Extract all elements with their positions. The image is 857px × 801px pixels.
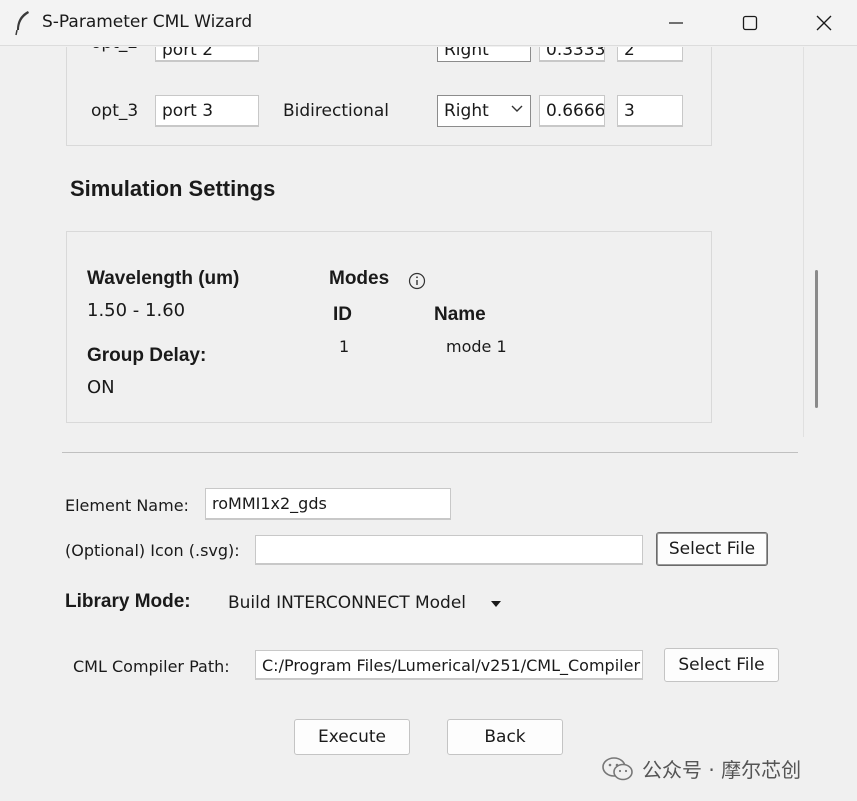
watermark-text: 公众号 · 摩尔芯创 bbox=[642, 758, 802, 782]
modes-name-header: Name bbox=[434, 304, 486, 325]
scrollbar-thumb[interactable] bbox=[815, 270, 818, 408]
port-label-field[interactable]: port 3 bbox=[155, 95, 259, 127]
port-side-select[interactable]: Right bbox=[437, 95, 531, 127]
close-icon bbox=[816, 15, 832, 31]
wavelength-label: Wavelength (um) bbox=[87, 268, 240, 289]
mode-id: 1 bbox=[339, 337, 350, 356]
scroll-region-edge bbox=[803, 47, 804, 437]
window-title: S-Parameter CML Wizard bbox=[42, 12, 253, 32]
compiler-path-label: CML Compiler Path: bbox=[73, 657, 230, 676]
element-name-field[interactable]: roMMI1x2_gds bbox=[205, 488, 451, 520]
chevron-down-icon bbox=[511, 105, 523, 112]
simulation-settings-title: Simulation Settings bbox=[70, 176, 276, 201]
modes-id-header: ID bbox=[333, 304, 352, 325]
simulation-settings-panel: Wavelength (um) 1.50 - 1.60 Group Delay:… bbox=[66, 231, 712, 423]
minimize-icon bbox=[669, 22, 683, 24]
section-divider bbox=[62, 452, 798, 453]
port-position-field[interactable]: 0.33333 bbox=[539, 47, 605, 62]
port-side-value: Right bbox=[444, 101, 489, 121]
ports-panel: opt_2 port 2 Bidirectional Right 0.33333… bbox=[66, 47, 712, 146]
library-mode-label: Library Mode: bbox=[65, 591, 191, 612]
wizard-window: S-Parameter CML Wizard opt_2 port 2 Bidi… bbox=[0, 0, 857, 801]
wechat-icon bbox=[602, 756, 633, 780]
info-icon[interactable] bbox=[408, 272, 426, 290]
compiler-select-file-button[interactable]: Select File bbox=[664, 648, 779, 682]
mode-name: mode 1 bbox=[446, 337, 507, 356]
group-delay-label: Group Delay: bbox=[87, 345, 207, 366]
port-name: opt_2 bbox=[91, 47, 138, 65]
port-row-opt-2: opt_2 port 2 Bidirectional Right 0.33333… bbox=[67, 47, 711, 72]
minimize-button[interactable] bbox=[646, 0, 706, 46]
icon-path-field[interactable] bbox=[255, 535, 643, 565]
port-direction: Bidirectional bbox=[283, 101, 390, 121]
execute-button[interactable]: Execute bbox=[294, 719, 410, 755]
wavelength-value: 1.50 - 1.60 bbox=[87, 300, 186, 321]
element-name-label: Element Name: bbox=[65, 496, 189, 515]
icon-select-file-button[interactable]: Select File bbox=[656, 532, 768, 566]
compiler-path-field[interactable]: C:/Program Files/Lumerical/v251/CML_Comp… bbox=[255, 650, 643, 680]
port-row-opt-3: opt_3 port 3 Bidirectional Right 0.66666… bbox=[67, 95, 711, 129]
port-index-field[interactable]: 2 bbox=[617, 47, 683, 62]
feather-icon bbox=[15, 11, 29, 36]
icon-label: (Optional) Icon (.svg): bbox=[65, 541, 240, 560]
maximize-icon bbox=[742, 15, 758, 31]
port-position-field[interactable]: 0.66666 bbox=[539, 95, 605, 127]
chevron-down-icon[interactable] bbox=[490, 600, 502, 608]
title-bar: S-Parameter CML Wizard bbox=[0, 0, 857, 46]
modes-label: Modes bbox=[329, 268, 390, 289]
library-mode-select[interactable]: Build INTERCONNECT Model bbox=[228, 593, 466, 613]
watermark: 公众号 · 摩尔芯创 bbox=[602, 754, 801, 783]
port-side-value: Right bbox=[444, 47, 489, 60]
port-label-field[interactable]: port 2 bbox=[155, 47, 259, 62]
maximize-button[interactable] bbox=[720, 0, 780, 46]
port-direction: Bidirectional bbox=[283, 47, 389, 64]
port-side-select[interactable]: Right bbox=[437, 47, 531, 62]
port-index-field[interactable]: 3 bbox=[617, 95, 683, 127]
close-button[interactable] bbox=[794, 0, 854, 46]
back-button[interactable]: Back bbox=[447, 719, 563, 755]
port-name: opt_3 bbox=[91, 101, 139, 121]
group-delay-value: ON bbox=[87, 377, 115, 398]
